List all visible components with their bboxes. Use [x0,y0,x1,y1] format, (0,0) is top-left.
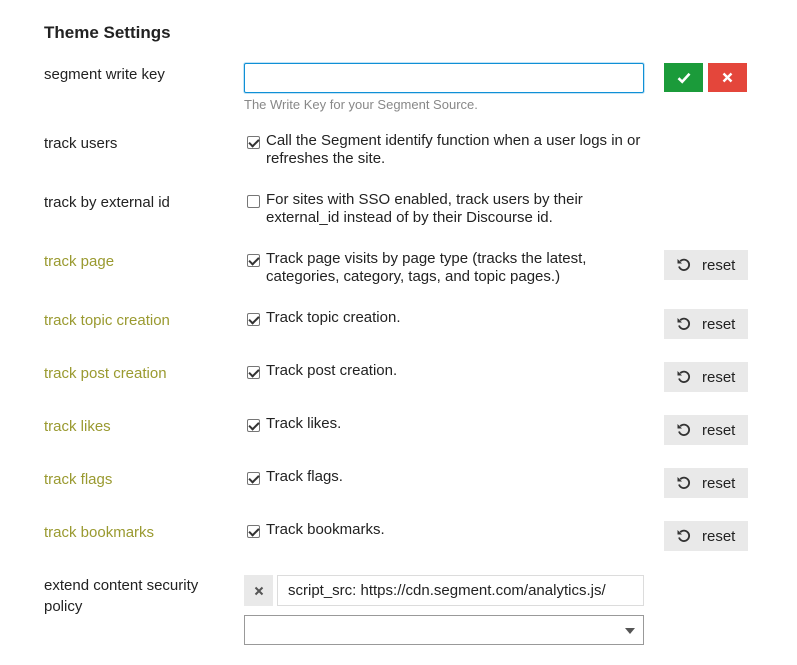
setting-label-track-post-creation: track post creation [44,365,167,382]
setting-label-track-likes: track likes [44,418,111,435]
reset-button-track-topic-creation[interactable]: reset [664,309,748,339]
remove-item-button[interactable] [244,575,273,606]
undo-icon [676,528,692,544]
x-icon [722,72,733,83]
track-topic-creation-description: Track topic creation. [266,309,401,326]
reset-label: reset [702,474,736,492]
setting-row-track-by-external-id: For sites with SSO enabled, track users … [247,191,647,227]
csp-list-value[interactable]: script_src: https://cdn.segment.com/anal… [277,575,644,606]
undo-icon [676,257,692,273]
track-flags-checkbox[interactable] [247,472,260,485]
setting-label-track-users: track users [44,135,118,152]
undo-icon [676,369,692,385]
track-page-checkbox[interactable] [247,254,260,267]
setting-label-segment-write-key: segment write key [44,66,165,83]
reset-button-track-flags[interactable]: reset [664,468,748,498]
reset-label: reset [702,527,736,545]
reset-label: reset [702,368,736,386]
cancel-button[interactable] [708,63,747,92]
setting-label-track-page: track page [44,253,115,270]
csp-list-item: script_src: https://cdn.segment.com/anal… [244,575,644,606]
track-users-description: Call the Segment identify function when … [266,132,641,167]
setting-label-track-by-external-id: track by external id [44,194,170,211]
track-flags-description: Track flags. [266,468,343,485]
check-icon [677,72,690,84]
page-title: Theme Settings [44,23,171,42]
undo-icon [676,316,692,332]
track-by-external-id-checkbox[interactable] [247,195,260,208]
setting-label-track-flags: track flags [44,471,113,488]
setting-row-track-page: Track page visits by page type (tracks t… [247,250,647,286]
track-by-external-id-description: For sites with SSO enabled, track users … [266,191,583,226]
reset-label: reset [702,256,736,274]
reset-button-track-page[interactable]: reset [664,250,748,280]
setting-row-track-users: Call the Segment identify function when … [247,132,647,168]
setting-row-track-post-creation: Track post creation. [247,362,647,380]
theme-settings-page: Theme Settings segment write key The Wri… [0,0,797,665]
reset-button-track-bookmarks[interactable]: reset [664,521,748,551]
setting-label-track-topic-creation: track topic creation [44,312,170,329]
segment-write-key-input[interactable] [244,63,644,93]
setting-row-track-likes: Track likes. [247,415,647,433]
track-bookmarks-description: Track bookmarks. [266,521,385,538]
caret-down-icon [625,628,635,634]
x-icon [254,586,263,595]
reset-button-track-post-creation[interactable]: reset [664,362,748,392]
track-likes-description: Track likes. [266,415,342,432]
track-post-creation-description: Track post creation. [266,362,398,379]
track-bookmarks-checkbox[interactable] [247,525,260,538]
setting-label-track-bookmarks: track bookmarks [44,524,155,541]
track-users-checkbox[interactable] [247,136,260,149]
undo-icon [676,422,692,438]
save-button[interactable] [664,63,703,92]
track-post-creation-checkbox[interactable] [247,366,260,379]
csp-add-select[interactable] [244,615,644,645]
reset-label: reset [702,421,736,439]
setting-row-track-topic-creation: Track topic creation. [247,309,647,327]
track-likes-checkbox[interactable] [247,419,260,432]
segment-write-key-help: The Write Key for your Segment Source. [244,97,478,112]
track-page-description: Track page visits by page type (tracks t… [266,250,587,285]
setting-row-track-flags: Track flags. [247,468,647,486]
undo-icon [676,475,692,491]
setting-label-extend-content-security-policy: extend content security policy [44,577,199,615]
reset-button-track-likes[interactable]: reset [664,415,748,445]
track-topic-creation-checkbox[interactable] [247,313,260,326]
setting-row-track-bookmarks: Track bookmarks. [247,521,647,539]
reset-label: reset [702,315,736,333]
